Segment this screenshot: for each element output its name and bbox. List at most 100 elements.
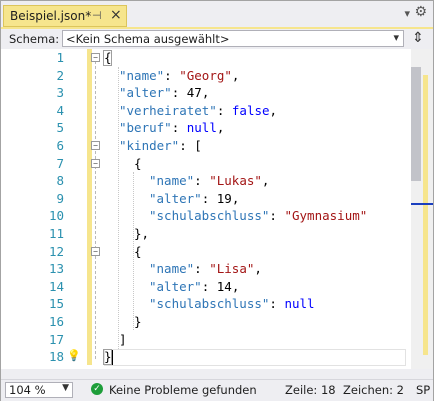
check-circle-icon: ✓ bbox=[91, 383, 103, 395]
json-key: "name" bbox=[119, 67, 165, 83]
line-number: 7 bbox=[56, 155, 64, 171]
code-line-2: "name": "Georg", bbox=[119, 67, 239, 85]
json-string: "Georg" bbox=[179, 67, 232, 83]
brace-match-highlight bbox=[103, 349, 112, 365]
brace: { bbox=[134, 243, 142, 259]
json-string: "Gymnasium" bbox=[284, 208, 368, 224]
chevron-down-icon: ▾ bbox=[393, 31, 399, 44]
comma: , bbox=[231, 278, 240, 294]
close-icon[interactable]: × bbox=[110, 7, 122, 23]
colon: : bbox=[179, 138, 195, 153]
colon: : bbox=[201, 278, 217, 294]
json-number: 19 bbox=[216, 190, 232, 206]
whitespace-mode-indicator[interactable]: SP bbox=[416, 383, 430, 397]
line-number: 9 bbox=[56, 190, 64, 206]
current-line-highlight bbox=[104, 349, 406, 366]
json-key: "schulabschluss" bbox=[149, 208, 270, 224]
column-indicator[interactable]: Zeichen: 2 bbox=[343, 383, 404, 397]
lightbulb-icon[interactable]: 💡 bbox=[67, 349, 81, 365]
fold-toggle-icon[interactable]: − bbox=[91, 141, 100, 150]
fold-toggle-icon[interactable]: − bbox=[91, 247, 100, 256]
json-key: "name" bbox=[149, 261, 195, 277]
code-line-4: "verheiratet": false, bbox=[119, 102, 277, 120]
change-overview-bar bbox=[423, 75, 428, 355]
gear-icon[interactable]: ⚙ bbox=[414, 4, 427, 20]
change-tracking-bar bbox=[87, 49, 92, 365]
tab-dropdown-icon[interactable]: ▾ bbox=[404, 7, 410, 20]
fold-guide bbox=[95, 61, 96, 359]
line-number: 4 bbox=[56, 102, 64, 118]
json-key: "alter" bbox=[119, 85, 172, 101]
json-key: "schulabschluss" bbox=[149, 296, 270, 312]
colon: : bbox=[194, 261, 210, 277]
fold-toggle-icon[interactable]: − bbox=[91, 159, 100, 168]
code-line-11: }, bbox=[134, 225, 149, 243]
colon: : bbox=[216, 102, 232, 118]
json-string: "Lisa" bbox=[209, 261, 255, 277]
code-line-12: { bbox=[134, 243, 142, 261]
code-line-7: { bbox=[134, 155, 142, 173]
comma: , bbox=[231, 190, 240, 206]
schema-value: <Kein Schema ausgewählt> bbox=[66, 32, 230, 46]
editor-window: Beispiel.json* ⊣ × ▾ ⚙ Schema: <Kein Sch… bbox=[0, 0, 434, 401]
schema-label: Schema: bbox=[9, 32, 60, 46]
line-number: 18 bbox=[48, 349, 64, 365]
json-key: "kinder" bbox=[119, 138, 180, 153]
brace: } bbox=[134, 314, 142, 329]
json-key: "alter" bbox=[149, 190, 202, 206]
json-string: "Lukas" bbox=[209, 173, 262, 189]
line-number: 3 bbox=[56, 85, 64, 101]
line-number: 16 bbox=[48, 314, 64, 329]
comma: , bbox=[201, 85, 210, 101]
zoom-select[interactable]: 104 % ▼ bbox=[5, 382, 73, 398]
caret-position-marker bbox=[411, 203, 433, 205]
line-number: 15 bbox=[48, 296, 64, 312]
code-line-9: "alter": 19, bbox=[149, 190, 239, 208]
schema-select[interactable]: <Kein Schema ausgewählt> ▾ bbox=[62, 30, 404, 47]
code-editor[interactable]: 1 2 3 4 5 6 7 8 9 10 11 12 13 14 15 16 1… bbox=[1, 49, 411, 369]
json-number: 14 bbox=[216, 278, 232, 294]
vertical-scrollbar[interactable] bbox=[411, 49, 433, 369]
tab-beispiel-json[interactable]: Beispiel.json* ⊣ × bbox=[3, 5, 127, 27]
line-number: 12 bbox=[48, 243, 64, 259]
json-keyword: null bbox=[186, 120, 217, 136]
json-keyword: null bbox=[284, 296, 315, 312]
line-indicator[interactable]: Zeile: 18 bbox=[285, 383, 336, 397]
line-number-gutter: 1 2 3 4 5 6 7 8 9 10 11 12 13 14 15 16 1… bbox=[1, 49, 65, 369]
json-key: "beruf" bbox=[119, 120, 172, 136]
tab-title: Beispiel.json* bbox=[10, 9, 92, 23]
line-number: 8 bbox=[56, 173, 64, 189]
fold-toggle-icon[interactable]: − bbox=[91, 53, 100, 62]
colon: : bbox=[194, 173, 210, 189]
comma: , bbox=[216, 120, 225, 136]
problems-status[interactable]: Keine Probleme gefunden bbox=[109, 383, 257, 397]
line-number: 13 bbox=[48, 261, 64, 277]
json-key: "name" bbox=[149, 173, 195, 189]
line-number: 10 bbox=[48, 208, 64, 224]
bracket: ] bbox=[119, 331, 127, 347]
comma: , bbox=[254, 261, 262, 277]
code-line-8: "name": "Lukas", bbox=[149, 172, 269, 190]
pin-icon[interactable]: ⊣ bbox=[92, 9, 102, 22]
zoom-value: 104 % bbox=[9, 383, 46, 397]
colon: : bbox=[164, 67, 180, 83]
split-editor-icon[interactable]: ⇕ bbox=[409, 29, 427, 47]
brace-match-highlight bbox=[103, 50, 112, 66]
code-line-17: ] bbox=[119, 331, 127, 349]
colon: : bbox=[201, 190, 217, 206]
text-caret bbox=[112, 350, 113, 365]
colon: : bbox=[171, 120, 187, 136]
colon: : bbox=[171, 85, 187, 101]
code-line-10: "schulabschluss": "Gymnasium" bbox=[149, 207, 367, 225]
code-line-3: "alter": 47, bbox=[119, 84, 209, 102]
status-bar: 104 % ▼ ✓ Keine Probleme gefunden Zeile:… bbox=[1, 379, 433, 401]
code-line-5: "beruf": null, bbox=[119, 119, 224, 137]
json-key: "alter" bbox=[149, 278, 202, 294]
json-keyword: false bbox=[231, 102, 270, 118]
comma: , bbox=[269, 102, 278, 118]
comma: , bbox=[261, 173, 270, 189]
colon: : bbox=[269, 208, 285, 224]
colon: : bbox=[269, 296, 285, 312]
scrollbar-thumb[interactable] bbox=[411, 67, 421, 181]
line-number: 14 bbox=[48, 278, 64, 294]
